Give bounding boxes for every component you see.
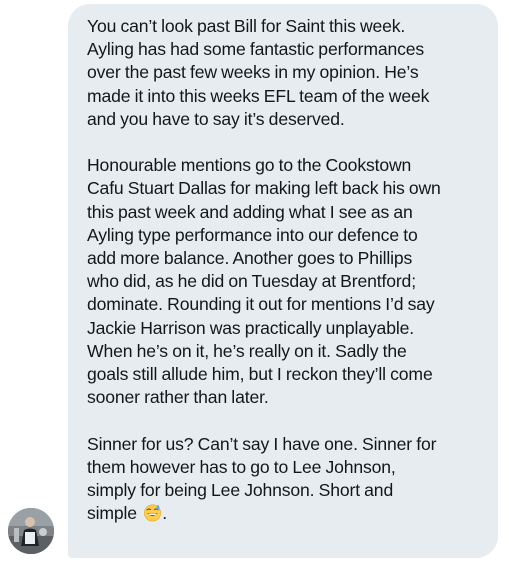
message-timestamp-cutoff	[120, 563, 180, 567]
message-line-text: simple	[87, 503, 137, 524]
message-line: who did, as he did on Tuesday at Brentfo…	[87, 271, 416, 292]
message-line: made it into this weeks EFL team of the …	[87, 85, 430, 106]
avatar[interactable]	[8, 508, 54, 554]
message-line: Ayling type performance into our defence…	[87, 224, 418, 245]
message-paragraph-2: Honourable mentions go to the Cookstown …	[87, 154, 486, 409]
message-line: and you have to say it’s deserved.	[87, 108, 345, 129]
message-line: this past week and adding what I see as …	[87, 201, 413, 222]
message-line: add more balance. Another goes to Philli…	[87, 248, 413, 269]
message-bubble[interactable]: You can’t look past Bill for Saint this …	[68, 4, 498, 558]
message-line: simply for being Lee Johnson. Short and	[87, 480, 394, 501]
message-line: them however has to go to Lee Johnson,	[87, 456, 396, 477]
dm-thread: You can’t look past Bill for Saint this …	[0, 0, 509, 567]
grinning-face-with-sweat-emoji	[144, 504, 162, 522]
message-line-with-emoji: simple .	[87, 502, 486, 525]
message-line: You can’t look past Bill for Saint this …	[87, 16, 406, 36]
message-line: Cafu Stuart Dallas for making left back …	[87, 178, 441, 199]
message-line: over the past few weeks in my opinion. H…	[87, 62, 419, 83]
message-paragraph-3: Sinner for us? Can’t say I have one. Sin…	[87, 433, 486, 526]
message-line: Honourable mentions go to the Cookstown	[87, 155, 412, 176]
message-line: dominate. Rounding it out for mentions I…	[87, 294, 435, 315]
message-line: Jackie Harrison was practically unplayab…	[87, 317, 414, 338]
message-line: When he’s on it, he’s really on it. Sadl…	[87, 340, 407, 361]
message-paragraph-1: You can’t look past Bill for Saint this …	[87, 15, 486, 131]
message-line: Ayling has had some fantastic performanc…	[87, 39, 425, 60]
message-line: goals still allude him, but I reckon the…	[87, 364, 433, 385]
message-line: sooner rather than later.	[87, 387, 269, 408]
message-line: Sinner for us? Can’t say I have one. Sin…	[87, 433, 437, 454]
message-trailing-period: .	[162, 503, 167, 524]
avatar-photo	[8, 508, 54, 554]
